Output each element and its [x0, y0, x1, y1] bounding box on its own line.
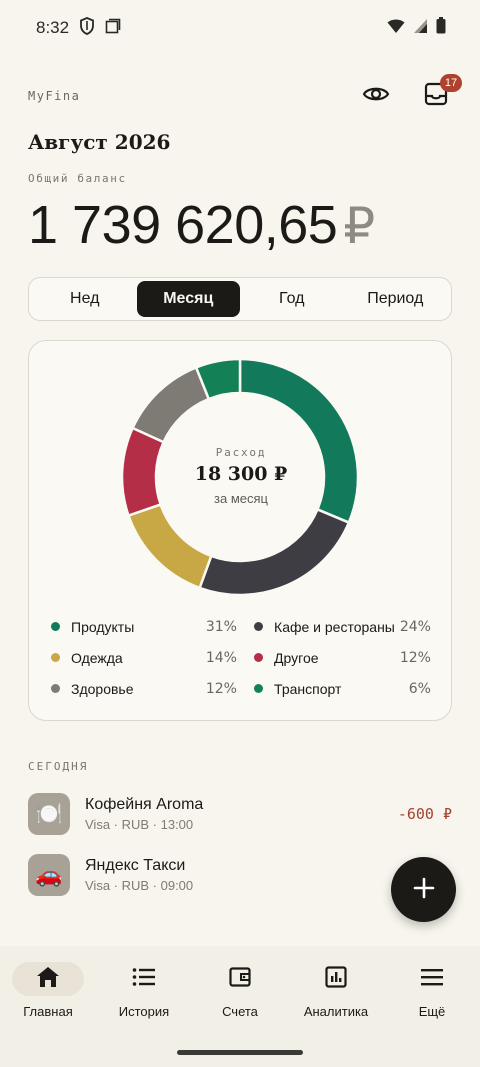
balance-label: Общий баланс [28, 172, 127, 185]
legend-percent: 12% [205, 680, 237, 697]
nav-accounts[interactable]: Счета [192, 962, 288, 1019]
bottom-nav: Главная История Счета Аналитика Ещё [0, 946, 480, 1067]
legend-dot [51, 653, 60, 662]
tab-month[interactable]: Месяц [136, 281, 240, 317]
home-indicator[interactable] [177, 1050, 303, 1055]
nav-label: Аналитика [303, 1004, 369, 1019]
transaction-amount: -600 ₽ [397, 805, 452, 823]
legend-name: Продукты [71, 618, 135, 635]
total-balance: 1 739 620,65 ₽ [28, 194, 375, 256]
status-time: 8:32 [36, 18, 70, 37]
inbox-button[interactable]: 17 [420, 74, 462, 112]
donut-center: Расход 18 300 ₽ за месяц [141, 446, 341, 506]
add-transaction-button[interactable] [391, 857, 456, 922]
legend-name: Здоровье [71, 680, 134, 697]
transaction-name: Кофейня Aroma [85, 796, 204, 813]
legend-percent: 6% [408, 680, 431, 697]
donut-slice-4[interactable] [131, 365, 211, 444]
donut-center-sub: за месяц [214, 491, 268, 506]
restaurant-icon: 🍽️ [28, 793, 70, 835]
legend-item[interactable]: Другое 12% [254, 650, 431, 666]
analytics-icon [325, 966, 347, 992]
balance-currency: ₽ [343, 198, 375, 254]
nav-label: История [118, 1004, 170, 1019]
balance-amount: 1 739 620,65 [28, 195, 338, 255]
brand-name: MyFina [28, 89, 81, 103]
transaction-row[interactable]: 🍽️ Кофейня Aroma Visa · RUB · 13:00 -600… [28, 792, 452, 836]
car-icon: 🚗 [28, 854, 70, 896]
donut-slice-1[interactable] [198, 507, 351, 597]
battery-icon [436, 17, 446, 39]
tab-period[interactable]: Период [344, 281, 448, 317]
legend-dot [254, 653, 264, 662]
plus-icon [413, 877, 435, 903]
legend-name: Кафе и рестораны [274, 618, 395, 635]
transaction-row[interactable]: 🚗 Яндекс Такси Visa · RUB · 09:00 [28, 853, 452, 897]
legend-percent: 31% [205, 618, 237, 635]
legend-name: Одежда [71, 649, 123, 666]
today-section-label: Сегодня [28, 760, 88, 773]
period-tabs: Нед Месяц Год Период [28, 277, 452, 321]
today-label-text: Сегодня [28, 760, 89, 773]
legend-dot [254, 622, 264, 631]
notification-badge: 17 [440, 74, 462, 92]
nav-analytics[interactable]: Аналитика [288, 962, 384, 1019]
legend-item[interactable]: Транспорт 6% [254, 681, 431, 697]
legend-percent: 12% [399, 649, 431, 666]
donut-center-value: 18 300 ₽ [194, 463, 288, 485]
nav-home[interactable]: Главная [0, 962, 96, 1019]
legend-name: Транспорт [274, 680, 342, 697]
menu-icon [420, 967, 444, 991]
nav-label: Главная [23, 1004, 73, 1019]
wifi-icon [387, 18, 405, 39]
tab-week[interactable]: Нед [33, 281, 137, 317]
legend-dot [254, 684, 264, 693]
app-header: MyFina 17 [28, 74, 462, 116]
legend-item[interactable]: Кафе и рестораны 24% [254, 619, 431, 635]
nav-history[interactable]: История [96, 962, 192, 1019]
toggle-visibility-button[interactable] [360, 80, 392, 112]
list-icon [132, 967, 156, 991]
month-title[interactable]: Август 2026 [28, 130, 170, 154]
legend-item[interactable]: Одежда 14% [51, 650, 237, 666]
nav-label: Счета [222, 1004, 258, 1019]
screen-record-icon [105, 18, 121, 39]
signal-icon [413, 18, 428, 39]
status-bar: 8:32 [0, 0, 480, 56]
legend-percent: 24% [399, 618, 431, 635]
wallet-icon [229, 966, 251, 992]
chart-legend: Продукты 31% Кафе и рестораны 24% Одежда… [51, 611, 431, 704]
donut-center-label: Расход [215, 446, 267, 459]
nav-label: Ещё [418, 1004, 446, 1019]
legend-dot [51, 622, 60, 631]
legend-percent: 14% [205, 649, 237, 666]
home-icon [36, 966, 60, 992]
eye-icon [362, 84, 390, 108]
shield-icon [79, 16, 95, 40]
donut-slice-2[interactable] [126, 502, 213, 590]
tab-year[interactable]: Год [240, 281, 344, 317]
legend-item[interactable]: Продукты 31% [51, 619, 237, 635]
legend-name: Другое [274, 649, 319, 666]
legend-dot [51, 684, 60, 693]
transaction-meta: Visa · RUB · 13:00 [85, 817, 194, 832]
nav-more[interactable]: Ещё [384, 962, 480, 1019]
expense-chart-card: Расход 18 300 ₽ за месяц Продукты 31% Ка… [28, 340, 452, 721]
legend-item[interactable]: Здоровье 12% [51, 681, 237, 697]
